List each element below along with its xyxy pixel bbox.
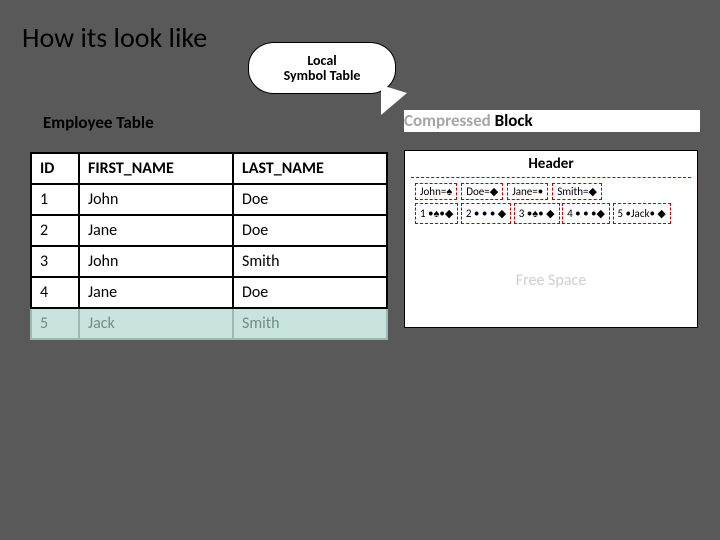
symbol-entry: Jane=• bbox=[507, 183, 548, 200]
symbol-entry: Smith=◆ bbox=[552, 183, 602, 200]
data-entry: 2 • • • ◆ bbox=[461, 203, 511, 224]
compressed-word: Compressed bbox=[404, 110, 491, 131]
data-entry: 4 • • •◆ bbox=[562, 203, 610, 224]
block-word: Block bbox=[491, 110, 533, 131]
symbol-entry: Doe=◆ bbox=[461, 183, 503, 200]
table-header-row: ID FIRST_NAME LAST_NAME bbox=[31, 153, 387, 184]
col-first-name: FIRST_NAME bbox=[79, 153, 233, 184]
table-row-highlighted: 5 Jack Smith bbox=[31, 308, 387, 339]
callout-local-symbol-table: Local Symbol Table bbox=[248, 42, 396, 94]
header-divider bbox=[411, 177, 691, 178]
employee-table: ID FIRST_NAME LAST_NAME 1 John Doe 2 Jan… bbox=[30, 152, 388, 340]
col-id: ID bbox=[31, 153, 79, 184]
table-row: 2 Jane Doe bbox=[31, 215, 387, 246]
symbol-table-row: John=♠ Doe=◆ Jane=• Smith=◆ bbox=[415, 183, 687, 200]
slide-title: How its look like bbox=[22, 20, 207, 55]
callout-text: Local Symbol Table bbox=[284, 53, 361, 84]
block-header: Header bbox=[405, 155, 697, 173]
free-space-label: Free Space bbox=[405, 271, 697, 290]
col-last-name: LAST_NAME bbox=[233, 153, 387, 184]
compressed-block-label: Compressed Block bbox=[404, 110, 700, 132]
data-entry: 1 •♠•◆ bbox=[415, 203, 458, 224]
data-section: 1 •♠•◆ 2 • • • ◆ 3 •♠• ◆ 4 • • •◆ 5 •Jac… bbox=[415, 203, 687, 226]
data-entry: 3 •♠• ◆ bbox=[514, 203, 560, 224]
symbol-entry: John=♠ bbox=[415, 183, 457, 200]
compressed-block: Header John=♠ Doe=◆ Jane=• Smith=◆ 1 •♠•… bbox=[404, 150, 698, 328]
table-row: 3 John Smith bbox=[31, 246, 387, 277]
data-entry: 5 •Jack• ◆ bbox=[613, 203, 671, 224]
table-row: 1 John Doe bbox=[31, 184, 387, 215]
employee-table-label: Employee Table bbox=[43, 112, 154, 133]
table-row: 4 Jane Doe bbox=[31, 277, 387, 308]
